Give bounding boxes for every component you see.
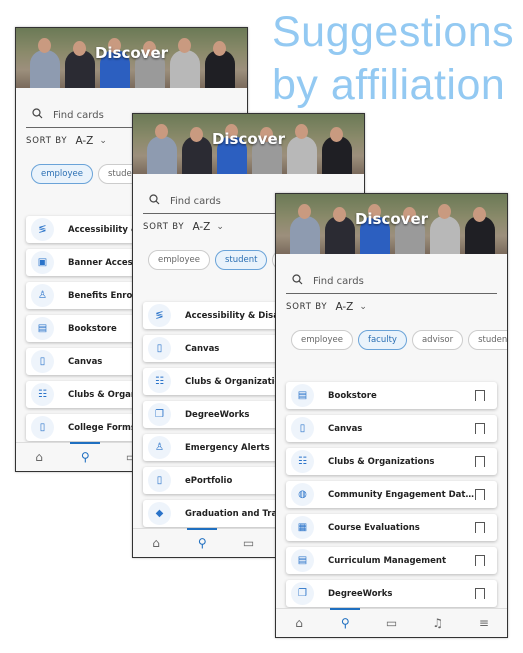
- windows-icon: ❐: [148, 403, 171, 426]
- header-photo: Discover: [133, 114, 364, 174]
- chip-employee[interactable]: employee: [291, 330, 353, 350]
- card-label: Community Engagement Data...: [328, 489, 475, 500]
- graduation-cap-icon: ◆: [148, 502, 171, 525]
- search-input[interactable]: Find cards: [286, 269, 497, 294]
- bookmark-icon[interactable]: [475, 456, 485, 467]
- sort-label: SORT BY: [286, 302, 328, 312]
- briefcase-icon: ▣: [31, 251, 54, 274]
- header-photo: Discover: [16, 28, 247, 88]
- sort-value[interactable]: A-Z: [192, 221, 210, 233]
- windows-icon: ❐: [291, 582, 314, 605]
- chip-faculty[interactable]: faculty: [357, 330, 407, 350]
- card-list-item[interactable]: ☷ Clubs & Organizations: [286, 448, 497, 475]
- bookmark-icon[interactable]: [475, 588, 485, 599]
- search-placeholder: Find cards: [170, 195, 221, 207]
- nav-calendar-icon[interactable]: ▭: [225, 529, 271, 557]
- nav-home-icon[interactable]: ⌂: [276, 609, 322, 637]
- chevron-down-icon[interactable]: ⌄: [216, 222, 224, 232]
- sort-value[interactable]: A-Z: [75, 135, 93, 147]
- document-icon: ▯: [31, 416, 54, 439]
- nav-menu-icon[interactable]: ≡: [461, 609, 507, 637]
- sort-control[interactable]: SORT BY A-Z ⌄: [286, 301, 368, 313]
- page-title: Discover: [354, 210, 429, 228]
- accessibility-icon: ≶: [31, 218, 54, 241]
- group-icon: ☷: [291, 450, 314, 473]
- page-title: Discover: [211, 130, 286, 148]
- card-list-item[interactable]: ▤ Curriculum Management: [286, 547, 497, 574]
- nav-search-icon[interactable]: ⚲: [62, 442, 108, 471]
- card-list-item[interactable]: ❐ DegreeWorks: [286, 580, 497, 607]
- search-placeholder: Find cards: [313, 275, 364, 287]
- chip-employee[interactable]: employee: [31, 164, 93, 184]
- document-icon: ▯: [148, 469, 171, 492]
- card-list-item[interactable]: ◍ Community Engagement Data...: [286, 481, 497, 508]
- page-title: Discover: [94, 44, 169, 62]
- chevron-down-icon[interactable]: ⌄: [359, 302, 367, 312]
- chip-employee[interactable]: employee: [148, 250, 210, 270]
- card-label: Curriculum Management: [328, 555, 447, 566]
- nav-home-icon[interactable]: ⌂: [133, 529, 179, 557]
- sort-label: SORT BY: [26, 136, 68, 146]
- card-list-item[interactable]: ▦ Course Evaluations: [286, 514, 497, 541]
- card-label: Bookstore: [328, 390, 377, 401]
- page-heading: Suggestions by affiliation: [272, 6, 514, 112]
- bookmark-icon[interactable]: [475, 522, 485, 533]
- card-list-item[interactable]: ▯ Canvas: [286, 415, 497, 442]
- search-placeholder: Find cards: [53, 109, 104, 121]
- chip-student[interactable]: student: [468, 330, 507, 350]
- sort-control[interactable]: SORT BY A-Z ⌄: [26, 135, 108, 147]
- card-label: Canvas: [328, 423, 363, 434]
- sort-value[interactable]: A-Z: [335, 301, 353, 313]
- accessibility-icon: ≶: [148, 304, 171, 327]
- book-icon: ▤: [291, 384, 314, 407]
- search-icon: [286, 274, 313, 288]
- group-icon: ☷: [31, 383, 54, 406]
- search-icon: [26, 108, 53, 122]
- card-label: Course Evaluations: [328, 522, 420, 533]
- header-photo: Discover: [276, 194, 507, 254]
- document-icon: ▯: [291, 417, 314, 440]
- nav-search-icon[interactable]: ⚲: [179, 528, 225, 557]
- sort-control[interactable]: SORT BY A-Z ⌄: [143, 221, 225, 233]
- sort-label: SORT BY: [143, 222, 185, 232]
- card-label: DegreeWorks: [328, 588, 393, 599]
- chip-advisor[interactable]: advisor: [411, 330, 464, 350]
- bookmark-icon[interactable]: [475, 390, 485, 401]
- document-icon: ▯: [148, 337, 171, 360]
- nav-calendar-icon[interactable]: ▭: [368, 609, 414, 637]
- chart-icon: ▦: [291, 516, 314, 539]
- chip-student[interactable]: student: [214, 250, 268, 270]
- heading-line-2: by affiliation: [272, 61, 506, 109]
- search-icon: [143, 194, 170, 208]
- book-icon: ▤: [291, 549, 314, 572]
- bookmark-icon[interactable]: [475, 423, 485, 434]
- person-alert-icon: ♙: [148, 436, 171, 459]
- globe-icon: ◍: [291, 483, 314, 506]
- benefits-icon: ♙: [31, 284, 54, 307]
- heading-line-1: Suggestions: [272, 8, 515, 56]
- bookmark-icon[interactable]: [475, 489, 485, 500]
- bottom-nav: ⌂⚲▭♫≡: [276, 608, 507, 637]
- nav-home-icon[interactable]: ⌂: [16, 443, 62, 471]
- card-list-item[interactable]: ▤ Bookstore: [286, 382, 497, 409]
- nav-bell-icon[interactable]: ♫: [415, 609, 461, 637]
- nav-search-icon[interactable]: ⚲: [322, 608, 368, 637]
- affiliation-filter-chips: employee faculty advisor student: [291, 330, 507, 350]
- bookmark-icon[interactable]: [475, 555, 485, 566]
- book-icon: ▤: [31, 317, 54, 340]
- chevron-down-icon[interactable]: ⌄: [99, 136, 107, 146]
- group-icon: ☷: [148, 370, 171, 393]
- discover-screen-3: Discover Find cards SORT BY A-Z ⌄ employee fac…: [275, 193, 508, 638]
- card-label: Clubs & Organizations: [328, 456, 435, 467]
- document-icon: ▯: [31, 350, 54, 373]
